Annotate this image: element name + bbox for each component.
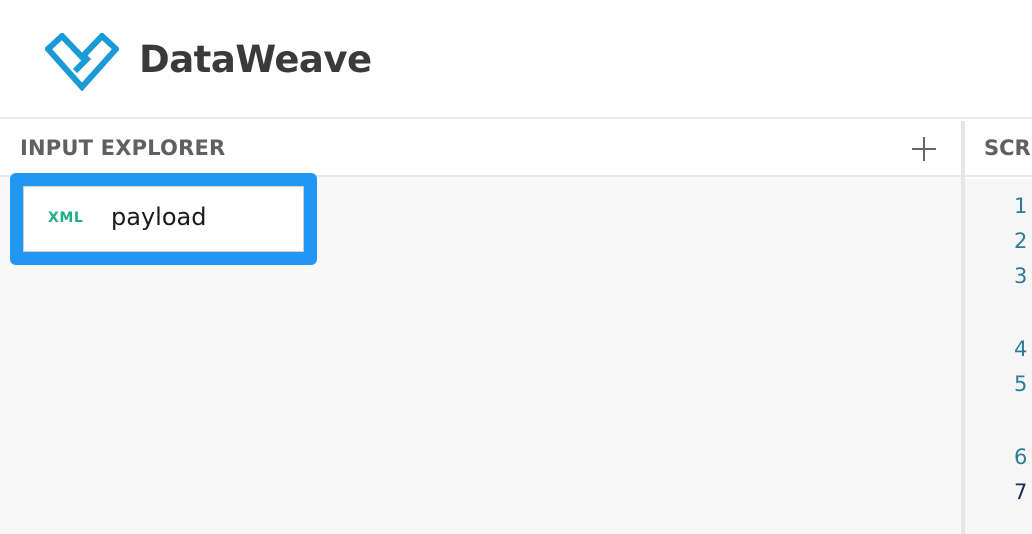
- dataweave-logo-icon: [45, 33, 119, 91]
- line-number: 6: [1014, 445, 1028, 469]
- line-number: 3: [1014, 264, 1028, 288]
- input-explorer-panel: INPUT EXPLORER XML payload: [0, 121, 961, 534]
- script-panel-header: SCRIPT: [965, 121, 1032, 177]
- input-item-card[interactable]: XML payload: [23, 186, 304, 252]
- line-number: 4: [1014, 337, 1028, 361]
- line-number: 5: [1014, 372, 1028, 396]
- app-title: DataWeave: [139, 38, 372, 81]
- line-number: 2: [1014, 229, 1028, 253]
- line-number-gutter: 1 2 3 4 5 6 7: [965, 179, 1032, 534]
- input-name-label: payload: [111, 203, 207, 231]
- input-explorer-header: INPUT EXPLORER: [0, 121, 961, 177]
- line-number-active: 7: [1014, 480, 1028, 504]
- input-explorer-title: INPUT EXPLORER: [20, 136, 226, 160]
- script-panel-title: SCRIPT: [984, 136, 1032, 160]
- line-number: 1: [1014, 194, 1028, 218]
- script-panel: SCRIPT 1 2 3 4 5 6 7: [965, 121, 1032, 534]
- app-header: DataWeave: [0, 0, 1032, 119]
- input-type-badge: XML: [48, 210, 84, 226]
- plus-icon[interactable]: [908, 133, 940, 165]
- input-item-payload[interactable]: XML payload: [10, 173, 317, 265]
